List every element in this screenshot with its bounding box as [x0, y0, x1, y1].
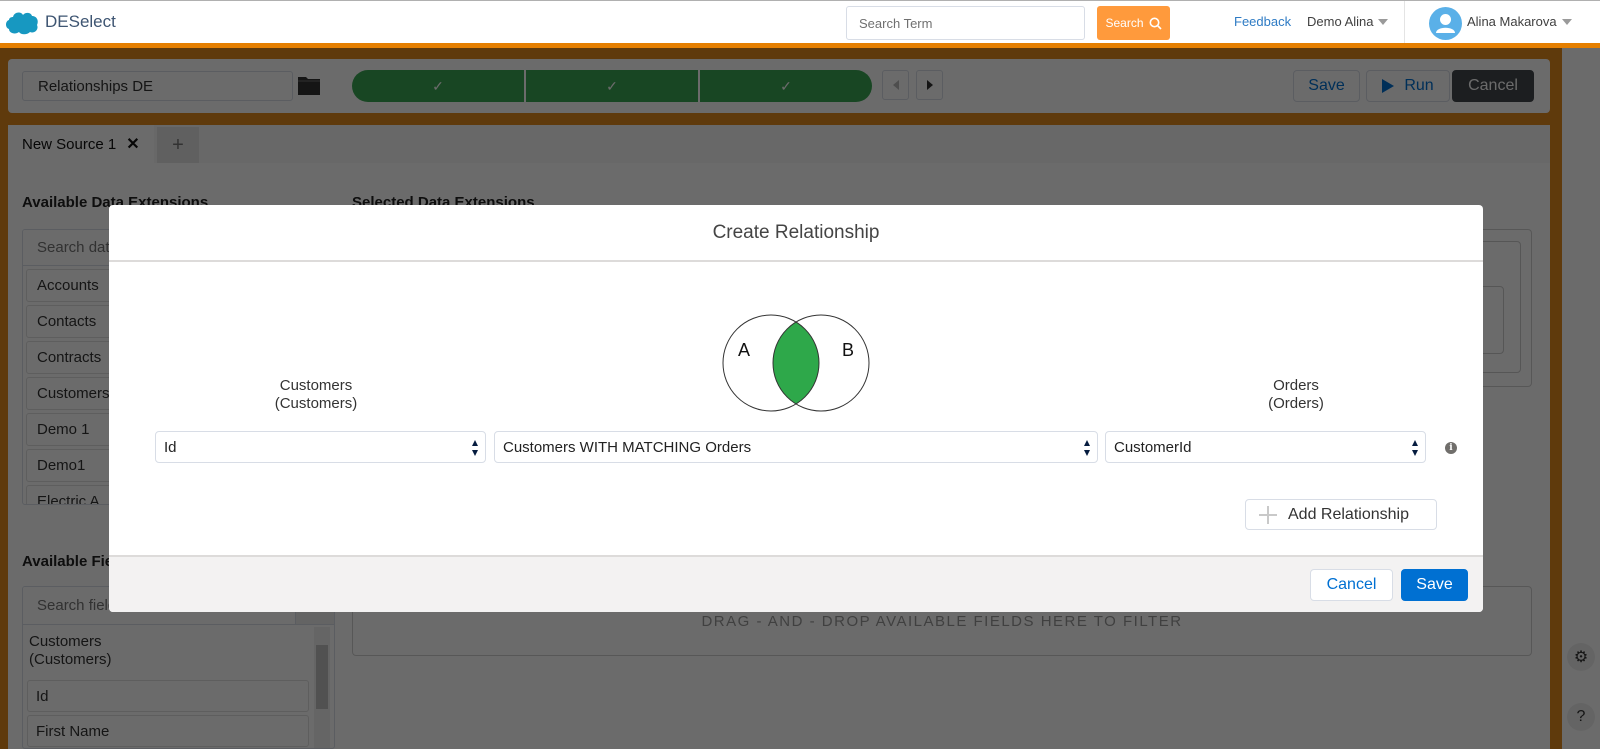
search-icon [1149, 17, 1162, 30]
feedback-link[interactable]: Feedback [1234, 14, 1291, 29]
org-name: Demo Alina [1307, 14, 1374, 29]
add-relationship-label: Add Relationship [1288, 505, 1409, 523]
left-de-name: Customers [279, 377, 353, 394]
right-de-label: Orders (Orders) [1186, 377, 1406, 413]
right-field-select[interactable]: CustomerId [1105, 431, 1426, 463]
avatar[interactable] [1429, 7, 1462, 40]
left-field-value: Id [164, 438, 177, 456]
right-de-alias: (Orders) [1268, 395, 1324, 412]
info-icon[interactable]: i [1445, 442, 1457, 454]
plus-icon [1259, 505, 1277, 524]
modal-header: Create Relationship [109, 205, 1483, 262]
search-term-input[interactable] [846, 6, 1085, 40]
user-icon [1436, 14, 1455, 33]
top-header: DESelect Search Feedback Demo Alina Alin… [0, 0, 1600, 44]
caret-down-icon [1378, 18, 1389, 25]
sort-arrows-icon [472, 440, 478, 456]
sort-arrows-icon [1084, 440, 1090, 456]
sort-arrows-icon [1412, 440, 1418, 456]
left-de-alias: (Customers) [274, 395, 358, 412]
venn-label-a: A [738, 340, 750, 360]
venn-diagram: A B [722, 314, 870, 412]
venn-label-b: B [842, 340, 854, 360]
left-de-label: Customers (Customers) [206, 377, 426, 413]
org-switcher[interactable]: Demo Alina [1307, 14, 1389, 29]
create-relationship-modal: Create Relationship A B Customers (Custo… [109, 205, 1483, 612]
modal-cancel-button[interactable]: Cancel [1310, 569, 1393, 601]
search-button-label: Search [1105, 16, 1144, 30]
relation-type-value: Customers WITH MATCHING Orders [503, 438, 752, 456]
modal-footer: Cancel Save [109, 555, 1483, 612]
right-field-value: CustomerId [1114, 438, 1192, 456]
right-de-name: Orders [1273, 377, 1319, 394]
add-relationship-button[interactable]: Add Relationship [1245, 499, 1437, 530]
app-name: DESelect [45, 12, 116, 31]
modal-save-button[interactable]: Save [1401, 569, 1468, 601]
relation-type-select[interactable]: Customers WITH MATCHING Orders [494, 431, 1098, 463]
search-button[interactable]: Search [1097, 6, 1170, 40]
salesforce-cloud-icon [6, 12, 38, 35]
user-menu[interactable]: Alina Makarova [1467, 14, 1572, 29]
caret-down-icon [1561, 18, 1572, 25]
modal-title: Create Relationship [712, 221, 880, 243]
left-field-select[interactable]: Id [155, 431, 486, 463]
header-divider [1404, 1, 1405, 44]
user-name: Alina Makarova [1467, 14, 1557, 29]
